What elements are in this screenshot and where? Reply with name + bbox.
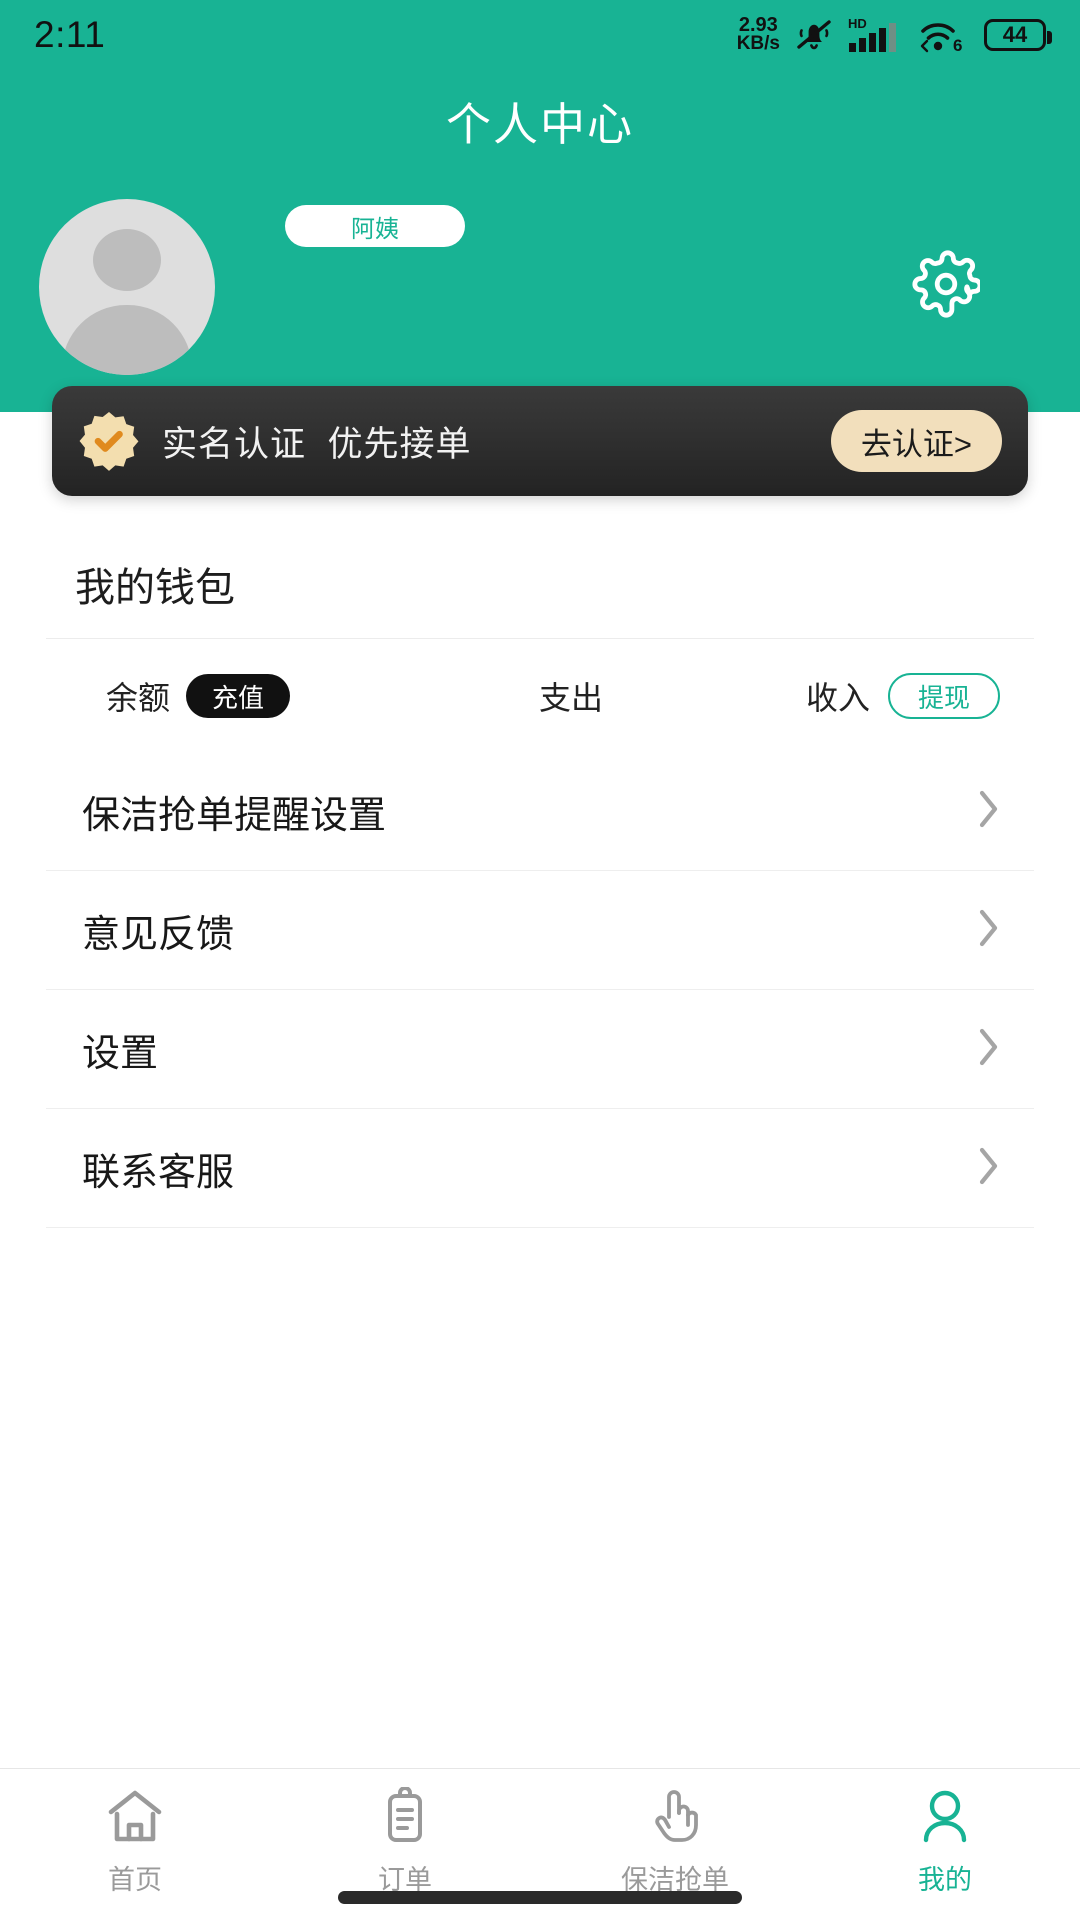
avatar[interactable] [39, 199, 215, 375]
verified-badge-icon [78, 410, 140, 472]
network-speed-indicator: 2.93 KB/s [736, 15, 780, 55]
wallet-expense-label: 支出 [538, 680, 603, 716]
withdraw-button-label: 提现 [917, 682, 970, 713]
chevron-right-icon [976, 1025, 1002, 1074]
home-indicator [338, 1891, 742, 1904]
nav-item-grab-cleaning-orders[interactable]: 保洁抢单 [540, 1769, 810, 1897]
battery-level-label: 44 [1002, 22, 1028, 47]
wallet-cell-income: 收入 提现 [716, 673, 1034, 719]
tap-hand-icon [644, 1787, 706, 1850]
network-speed-unit: KB/s [736, 33, 780, 55]
verify-banner[interactable]: 实名认证 优先接单 去认证> [52, 386, 1028, 496]
nav-item-mine[interactable]: 我的 [810, 1769, 1080, 1897]
wallet-cell-expense: 支出 [426, 673, 716, 719]
gear-icon [912, 250, 983, 323]
clipboard-icon [374, 1786, 436, 1850]
battery-indicator: 44 [984, 19, 1052, 51]
verify-banner-text: 实名认证 优先接单 [162, 424, 472, 464]
menu-item-contact-support[interactable]: 联系客服 [46, 1109, 1034, 1228]
wifi-generation-label: 6 [953, 36, 962, 55]
chevron-right-icon [976, 787, 1002, 836]
settings-button[interactable] [910, 250, 983, 323]
nav-item-label: 首页 [108, 1865, 162, 1895]
avatar-head-shape [93, 229, 161, 291]
personal-center-screen: 2:11 2.93 KB/s HD 6 44 个人中心 阿姨 实名认证 优先接单… [0, 0, 1080, 1920]
hd-cellular-signal-icon: HD [848, 15, 904, 55]
menu-item-label: 设置 [82, 1032, 159, 1075]
menu-item-cleaning-order-reminder[interactable]: 保洁抢单提醒设置 [46, 752, 1034, 871]
nav-item-orders[interactable]: 订单 [270, 1769, 540, 1897]
home-icon [104, 1787, 166, 1850]
wallet-summary-row: 余额 充值 支出 收入 提现 [46, 650, 1034, 742]
status-bar: 2:11 2.93 KB/s HD 6 44 [0, 0, 1080, 70]
wallet-balance-label: 余额 [106, 680, 171, 716]
withdraw-button[interactable]: 提现 [887, 673, 1000, 719]
avatar-body-shape [62, 305, 192, 375]
menu-item-feedback[interactable]: 意见反馈 [46, 871, 1034, 990]
go-verify-button[interactable]: 去认证> [830, 410, 1002, 472]
wallet-section-title: 我的钱包 [75, 566, 235, 610]
menu-item-label: 保洁抢单提醒设置 [82, 794, 387, 837]
status-bar-clock: 2:11 [34, 14, 106, 55]
header-panel: 2:11 2.93 KB/s HD 6 44 个人中心 阿姨 [0, 0, 1080, 412]
status-bar-icons: 2.93 KB/s HD 6 44 [736, 15, 1052, 55]
menu-item-label: 联系客服 [82, 1151, 235, 1194]
menu-item-settings[interactable]: 设置 [46, 990, 1034, 1109]
wifi-icon: 6 [917, 15, 971, 55]
wallet-income-label: 收入 [805, 680, 870, 716]
svg-text:HD: HD [848, 16, 867, 31]
person-icon [914, 1787, 976, 1850]
menu-item-label: 意见反馈 [82, 913, 235, 956]
chevron-right-icon [976, 1144, 1002, 1193]
role-badge-label: 阿姨 [351, 215, 399, 243]
role-badge[interactable]: 阿姨 [285, 205, 465, 247]
go-verify-button-label: 去认证> [860, 426, 972, 462]
settings-menu-list: 保洁抢单提醒设置 意见反馈 设置 联系客服 [0, 752, 1080, 1228]
recharge-button[interactable]: 充值 [186, 674, 291, 718]
wallet-top-divider [46, 638, 1034, 639]
bell-muted-icon [793, 17, 835, 53]
nav-item-home[interactable]: 首页 [0, 1769, 270, 1897]
wallet-cell-balance: 余额 充值 [46, 673, 426, 719]
nav-item-label: 我的 [918, 1865, 972, 1895]
bottom-navigation-bar: 首页 订单 保洁抢单 我的 [0, 1768, 1080, 1920]
page-title: 个人中心 [445, 99, 634, 150]
recharge-button-label: 充值 [212, 682, 265, 713]
chevron-right-icon [976, 906, 1002, 955]
